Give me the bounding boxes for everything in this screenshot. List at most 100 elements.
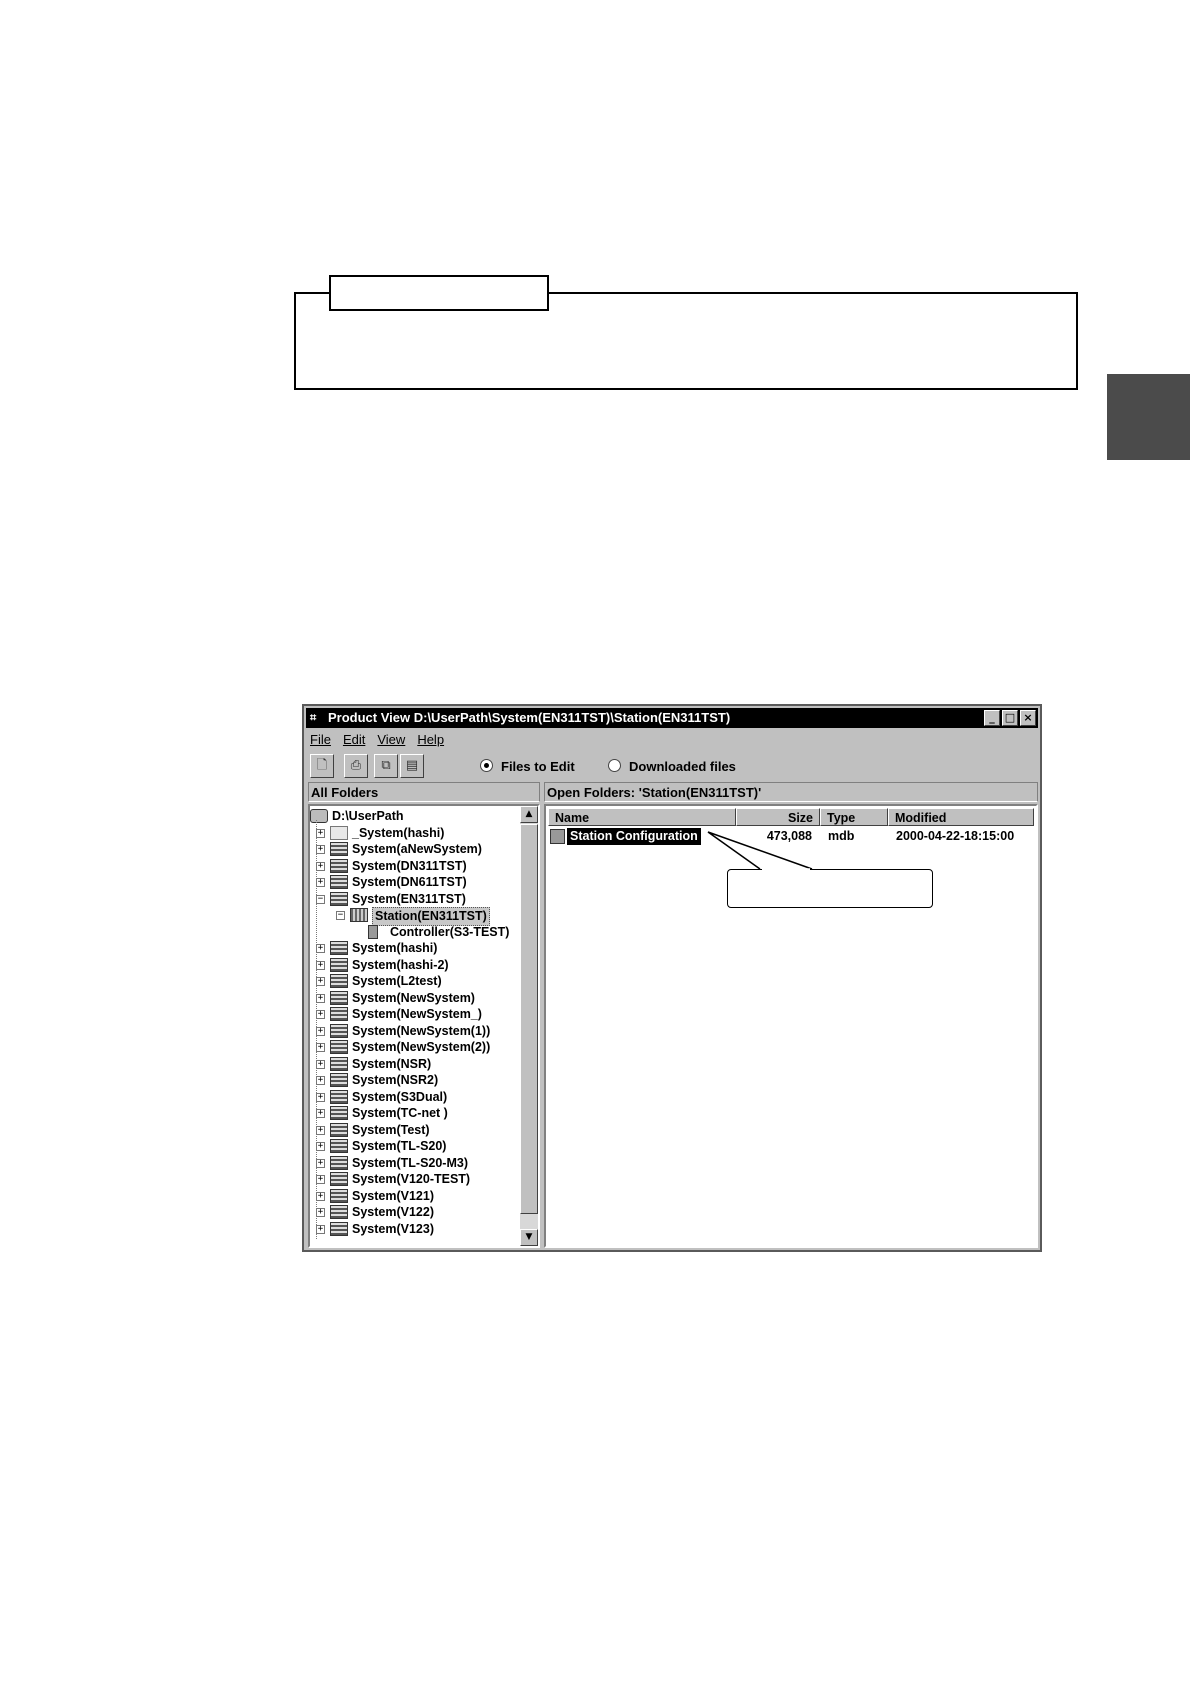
- scroll-down-icon[interactable]: ▼: [520, 1229, 538, 1246]
- tree-item[interactable]: − System(EN311TST): [310, 891, 524, 908]
- tree-item[interactable]: + System(L2test): [310, 973, 524, 990]
- tree-item[interactable]: + System(DN611TST): [310, 874, 524, 891]
- tree-item[interactable]: + System(Test): [310, 1122, 524, 1139]
- expand-icon[interactable]: +: [316, 1092, 325, 1102]
- system-folder-icon: [330, 941, 348, 955]
- open-folders-header: Open Folders: 'Station(EN311TST)': [544, 782, 1038, 802]
- expand-icon[interactable]: +: [316, 1010, 325, 1019]
- tree-item-label: System(EN311TST): [352, 891, 466, 906]
- radio-files-to-edit[interactable]: Files to Edit: [480, 758, 575, 776]
- file-name[interactable]: Station Configuration: [567, 828, 701, 845]
- system-folder-icon: [330, 1188, 348, 1203]
- menu-file[interactable]: File: [310, 730, 331, 750]
- controller-icon: [368, 924, 378, 939]
- expand-icon[interactable]: +: [316, 1026, 325, 1036]
- expand-icon[interactable]: +: [316, 1059, 325, 1069]
- expand-icon[interactable]: +: [316, 1224, 325, 1234]
- column-type[interactable]: Type: [820, 808, 888, 826]
- tree-item[interactable]: + System(NSR): [310, 1056, 524, 1073]
- system-folder-icon: [330, 875, 348, 889]
- tree-scrollbar[interactable]: ▲ ▼: [520, 806, 538, 1246]
- file-modified: 2000-04-22-18:15:00: [896, 829, 1015, 843]
- tree-item-label: System(TC-net ): [352, 1106, 448, 1120]
- paste-icon[interactable]: ▤: [400, 754, 424, 778]
- expand-icon[interactable]: +: [316, 1125, 325, 1135]
- window-controls: _ □ ×: [984, 710, 1036, 726]
- menu-view[interactable]: View: [377, 730, 405, 750]
- tree-item[interactable]: + System(NSR2): [310, 1072, 524, 1089]
- tree-item-label: System(V120-TEST): [352, 1172, 471, 1186]
- tree-item[interactable]: + System(NewSystem(2)): [310, 1039, 524, 1056]
- close-button[interactable]: ×: [1020, 710, 1036, 726]
- tree-connector: [316, 820, 317, 1239]
- tree-item-label: System(NewSystem(1)): [352, 1023, 491, 1038]
- expand-icon[interactable]: +: [316, 1043, 325, 1052]
- system-folder-icon: [330, 1205, 348, 1219]
- system-folder-icon: [330, 990, 348, 1005]
- tree-item[interactable]: + System(TL-S20): [310, 1138, 524, 1155]
- tree-item[interactable]: + System(V121): [310, 1188, 524, 1205]
- menu-edit[interactable]: Edit: [343, 730, 365, 750]
- tree-item-label: System(V121): [352, 1188, 434, 1203]
- scroll-up-icon[interactable]: ▲: [520, 806, 538, 823]
- system-folder-icon: [330, 1007, 348, 1021]
- collapse-icon[interactable]: −: [336, 911, 345, 920]
- tree-item[interactable]: + System(hashi-2): [310, 957, 524, 974]
- collapse-icon[interactable]: −: [316, 894, 325, 904]
- new-icon[interactable]: 🗋: [310, 754, 334, 778]
- expand-icon[interactable]: +: [316, 1076, 325, 1085]
- tree-item[interactable]: + System(NewSystem_): [310, 1006, 524, 1023]
- expand-icon[interactable]: +: [316, 1109, 325, 1118]
- tree-item[interactable]: + System(aNewSystem): [310, 841, 524, 858]
- tree-item[interactable]: + System(S3Dual): [310, 1089, 524, 1106]
- menu-help[interactable]: Help: [417, 730, 444, 750]
- scroll-thumb[interactable]: [520, 824, 538, 1214]
- expand-icon[interactable]: +: [316, 1175, 325, 1184]
- expand-icon[interactable]: +: [316, 960, 325, 970]
- expand-icon[interactable]: +: [316, 944, 325, 953]
- tree-item[interactable]: D:\UserPath: [310, 808, 524, 825]
- expand-icon[interactable]: +: [316, 828, 325, 838]
- tree-item[interactable]: − Station(EN311TST): [310, 907, 524, 926]
- column-name[interactable]: Name: [548, 808, 736, 826]
- product-view-window: ⌗ Product View D:\UserPath\System(EN311T…: [302, 704, 1042, 1252]
- file-row[interactable]: Station Configuration 473,088 mdb 2000-0…: [548, 828, 1036, 845]
- callout-box: [727, 869, 933, 908]
- system-folder-icon: [330, 842, 348, 856]
- tree-item[interactable]: + _System(hashi): [310, 825, 524, 842]
- expand-icon[interactable]: +: [316, 1158, 325, 1168]
- expand-icon[interactable]: +: [316, 861, 325, 871]
- tree-item[interactable]: + System(TL-S20-M3): [310, 1155, 524, 1172]
- minimize-button[interactable]: _: [984, 710, 1000, 726]
- expand-icon[interactable]: +: [316, 993, 325, 1003]
- expand-icon[interactable]: +: [316, 878, 325, 887]
- expand-icon[interactable]: +: [316, 1142, 325, 1151]
- tree-item-label: System(DN311TST): [352, 858, 467, 873]
- folder-icon: [330, 825, 348, 840]
- system-folder-icon: [330, 1040, 348, 1054]
- tree-item-label: Controller(S3-TEST): [390, 924, 510, 939]
- system-folder-icon: [330, 1172, 348, 1186]
- tree-item[interactable]: + System(DN311TST): [310, 858, 524, 875]
- tree-item[interactable]: + System(V123): [310, 1221, 524, 1238]
- expand-icon[interactable]: +: [316, 1208, 325, 1217]
- expand-icon[interactable]: +: [316, 1191, 325, 1201]
- tree-item[interactable]: + System(hashi): [310, 940, 524, 957]
- tree-item[interactable]: + System(NewSystem): [310, 990, 524, 1007]
- tree-item-label: System(L2test): [352, 974, 442, 988]
- title-bar[interactable]: ⌗ Product View D:\UserPath\System(EN311T…: [306, 708, 1038, 728]
- tree-item[interactable]: + System(TC-net ): [310, 1105, 524, 1122]
- note-box-tab: [329, 275, 549, 311]
- tree-item[interactable]: + System(V122): [310, 1204, 524, 1221]
- tree-item[interactable]: + System(V120-TEST): [310, 1171, 524, 1188]
- radio-downloaded-files[interactable]: Downloaded files: [608, 758, 736, 776]
- copy-icon[interactable]: ⧉: [374, 754, 398, 778]
- maximize-button[interactable]: □: [1002, 710, 1018, 726]
- tree-item[interactable]: Controller(S3-TEST): [310, 924, 524, 941]
- expand-icon[interactable]: +: [316, 977, 325, 986]
- column-size[interactable]: Size: [736, 808, 820, 826]
- print-icon[interactable]: ⎙: [344, 754, 368, 778]
- column-modified[interactable]: Modified: [888, 808, 1034, 826]
- tree-item[interactable]: + System(NewSystem(1)): [310, 1023, 524, 1040]
- expand-icon[interactable]: +: [316, 845, 325, 854]
